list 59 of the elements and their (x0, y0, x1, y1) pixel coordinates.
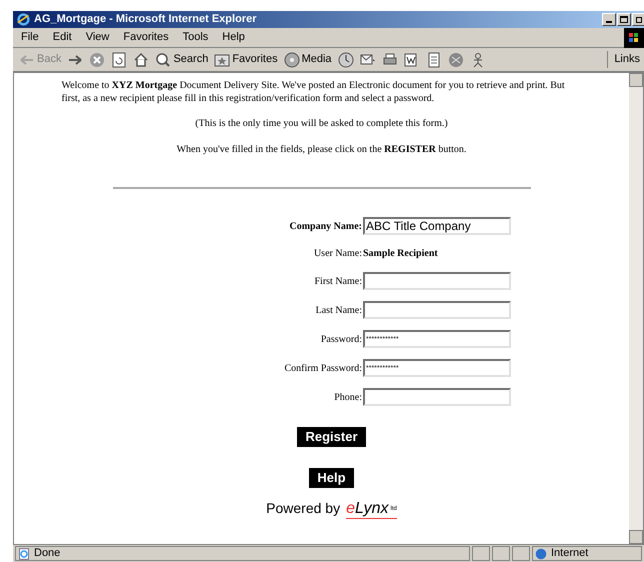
search-icon (155, 52, 172, 68)
browser-logo-icon (17, 13, 30, 26)
home-button[interactable] (133, 52, 150, 68)
refresh-button[interactable] (111, 52, 128, 68)
window-title: AG_Mortgage - Microsoft Internet Explorer (34, 12, 258, 28)
favorites-button[interactable]: Favorites (214, 51, 278, 68)
field-label: User Name: (312, 247, 362, 261)
minimize-icon (606, 21, 612, 23)
history-button[interactable] (338, 52, 354, 68)
instruction-text: When you've filled in the fields, please click on the REGISTER button. (176, 143, 466, 157)
mail-icon (360, 52, 376, 68)
register-button[interactable]: Register (297, 427, 366, 447)
refresh-icon (111, 52, 128, 68)
home-icon (133, 52, 150, 68)
text-field[interactable] (363, 388, 511, 406)
maximize-icon (620, 16, 628, 23)
powered-by-text: Powered by (266, 499, 340, 518)
favorites-icon (214, 52, 230, 68)
zone-text: Internet (551, 546, 588, 562)
globe-icon (535, 548, 547, 560)
close-icon (636, 16, 642, 22)
page-icon (18, 548, 30, 560)
mail-button[interactable] (360, 52, 376, 68)
field-label: Confirm Password: (284, 362, 362, 376)
menu-item[interactable]: Help (222, 29, 245, 46)
menu-item[interactable]: File (21, 29, 39, 46)
user-name-value: Sample Recipient (363, 247, 439, 261)
search-button[interactable]: Search (155, 51, 208, 68)
field-label: First Name: (314, 274, 362, 288)
menu-item[interactable]: View (86, 29, 110, 46)
text-field[interactable] (363, 301, 511, 319)
text-field[interactable] (363, 272, 511, 290)
field-label: Last Name: (314, 304, 362, 318)
print-icon (382, 52, 398, 68)
stop-icon (89, 52, 106, 68)
windows-logo-icon (624, 28, 644, 48)
print-button[interactable] (382, 52, 398, 68)
intro-paragraph: Welcome to XYZ Mortgage Document Delivery Site. We've posted an Electronic document for you to retrieve and print. But first, as a new recipient please fill in this registration/verification form and select a password. (62, 79, 566, 105)
scroll-down-button[interactable] (629, 530, 643, 544)
close-button[interactable] (632, 13, 644, 26)
scrollbar[interactable] (629, 73, 643, 544)
minimize-button[interactable] (602, 13, 616, 26)
menu-item[interactable]: Edit (52, 29, 72, 46)
history-icon (338, 52, 354, 68)
maximize-button[interactable] (617, 13, 631, 26)
field-label: Company Name: (288, 220, 362, 234)
menu-item[interactable]: Tools (182, 29, 208, 46)
stop-button[interactable] (89, 52, 106, 68)
note-text: (This is the only time you will be asked to complete this form.) (195, 117, 448, 131)
menu-item[interactable]: Favorites (123, 29, 169, 46)
field-label: Password: (320, 332, 362, 346)
help-button[interactable]: Help (309, 468, 354, 488)
text-field[interactable]: ABC Title Company (363, 217, 511, 235)
status-text: Done (34, 546, 60, 562)
links-label[interactable]: Links (607, 51, 644, 68)
media-button[interactable]: Media (284, 51, 332, 68)
scroll-up-button[interactable] (629, 73, 643, 87)
field-label: Phone: (333, 390, 362, 404)
media-icon (284, 52, 300, 68)
